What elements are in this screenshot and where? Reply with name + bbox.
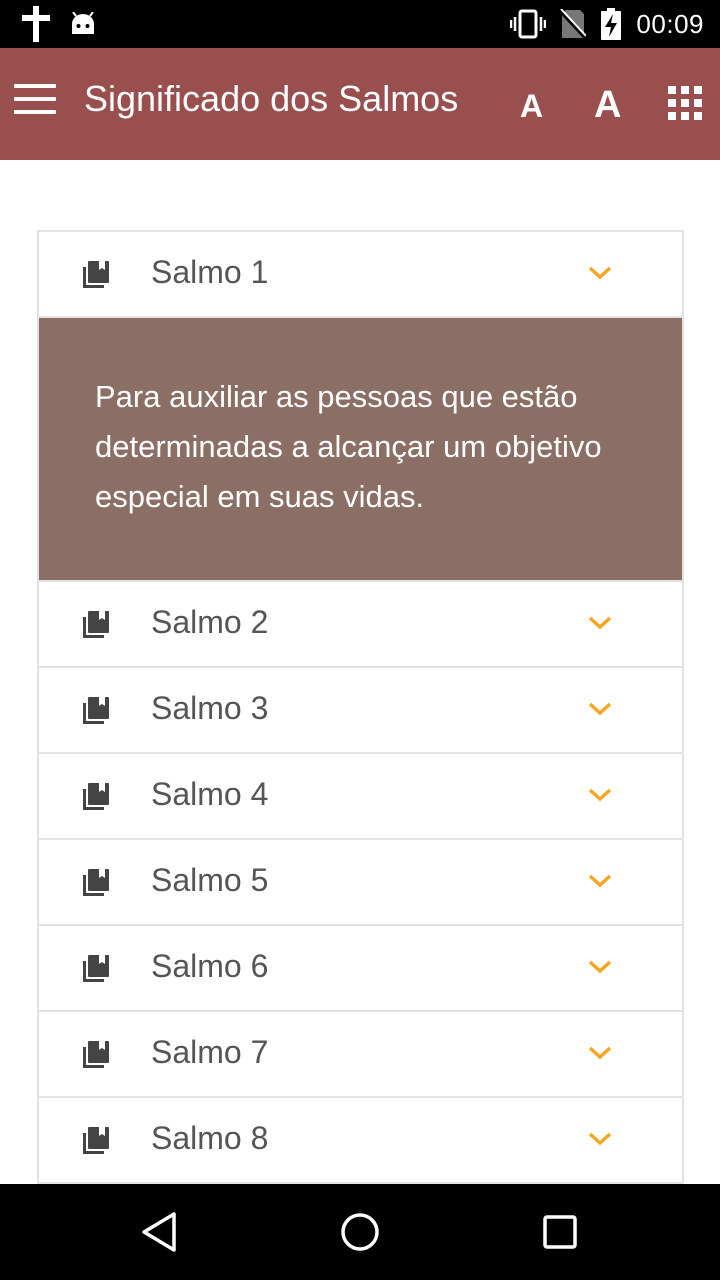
psalm-item-2[interactable]: Salmo 2 [39, 582, 682, 668]
psalm-item-1[interactable]: Salmo 1 [39, 232, 682, 318]
psalm-item-8[interactable]: Salmo 8 [39, 1098, 682, 1184]
app-title: Significado dos Salmos [84, 78, 459, 119]
book-stack-icon [81, 260, 111, 290]
chevron-down-icon[interactable] [587, 1044, 613, 1062]
psalm-label: Salmo 7 [151, 1034, 269, 1070]
book-stack-icon [81, 1040, 111, 1070]
app-bar: Significado dos Salmos A A [0, 48, 720, 160]
book-stack-icon [81, 868, 111, 898]
cross-icon [22, 6, 50, 42]
psalm-description: Para auxiliar as pessoas que estão deter… [95, 379, 602, 514]
psalm-label: Salmo 1 [151, 254, 269, 290]
psalm-label: Salmo 4 [151, 776, 269, 812]
book-stack-icon [81, 696, 111, 726]
home-icon[interactable] [336, 1208, 384, 1256]
psalm-item-6[interactable]: Salmo 6 [39, 926, 682, 1012]
grid-apps-icon[interactable] [668, 86, 702, 120]
psalm-item-5[interactable]: Salmo 5 [39, 840, 682, 926]
status-time: 00:09 [636, 8, 704, 39]
psalm-label: Salmo 3 [151, 690, 269, 726]
android-icon [70, 12, 96, 36]
chevron-down-icon[interactable] [587, 700, 613, 718]
psalm-list: Salmo 1 Para auxiliar as pessoas que est… [37, 230, 684, 1184]
chevron-down-icon[interactable] [587, 872, 613, 890]
vibrate-icon [510, 9, 547, 39]
book-stack-icon [81, 782, 111, 812]
decrease-font-button[interactable]: A [520, 88, 543, 125]
navigation-bar [0, 1184, 720, 1280]
book-stack-icon [81, 610, 111, 640]
book-stack-icon [81, 954, 111, 984]
psalm-label: Salmo 6 [151, 948, 269, 984]
psalm-item-7[interactable]: Salmo 7 [39, 1012, 682, 1098]
recents-icon[interactable] [536, 1208, 584, 1256]
hamburger-menu-icon[interactable] [14, 84, 58, 124]
psalm-item-3[interactable]: Salmo 3 [39, 668, 682, 754]
chevron-down-icon[interactable] [587, 786, 613, 804]
psalm-description-panel: Para auxiliar as pessoas que estão deter… [39, 318, 682, 582]
psalm-label: Salmo 8 [151, 1120, 269, 1156]
no-sim-icon [560, 9, 587, 39]
psalm-item-4[interactable]: Salmo 4 [39, 754, 682, 840]
chevron-down-icon[interactable] [587, 1130, 613, 1148]
increase-font-button[interactable]: A [594, 84, 621, 127]
chevron-down-icon[interactable] [587, 958, 613, 976]
back-icon[interactable] [136, 1208, 184, 1256]
book-stack-icon [81, 1126, 111, 1156]
status-bar: 00:09 [0, 0, 720, 48]
chevron-down-icon[interactable] [587, 264, 613, 282]
psalm-label: Salmo 5 [151, 862, 269, 898]
battery-charging-icon [600, 8, 622, 40]
psalm-label: Salmo 2 [151, 604, 269, 640]
chevron-down-icon[interactable] [587, 614, 613, 632]
